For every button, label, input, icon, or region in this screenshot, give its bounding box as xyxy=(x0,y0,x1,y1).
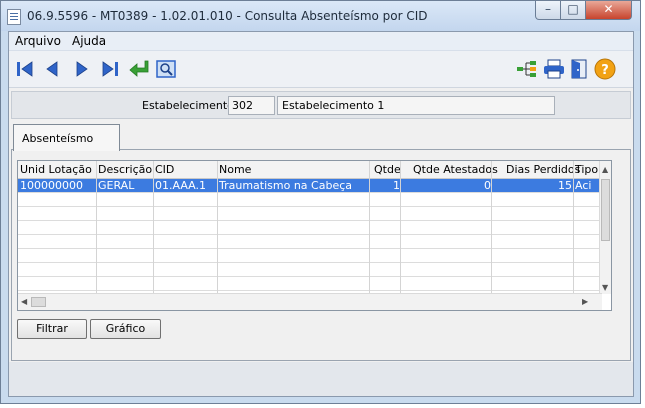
maximize-button[interactable]: □ xyxy=(560,1,586,20)
menu-bar: Arquivo Ajuda xyxy=(9,32,633,51)
col-cid[interactable]: CID xyxy=(155,163,174,176)
last-record-icon[interactable] xyxy=(99,58,121,80)
col-tipo[interactable]: Tipo xyxy=(575,163,598,176)
close-button[interactable]: ✕ xyxy=(585,1,632,20)
absenteeism-grid[interactable]: Unid Lotação Descrição CID Nome Qtde Qtd… xyxy=(17,160,612,311)
empty-row[interactable] xyxy=(18,263,602,277)
cell-unid-lotacao: 100000000 xyxy=(20,179,83,192)
scroll-up-arrow-icon[interactable]: ▲ xyxy=(602,165,608,174)
title-bar[interactable]: 06.9.5596 - MT0389 - 1.02.01.010 - Consu… xyxy=(1,1,640,31)
application-window: 06.9.5596 - MT0389 - 1.02.01.010 - Consu… xyxy=(0,0,641,404)
empty-row[interactable] xyxy=(18,193,602,207)
vertical-scroll-thumb[interactable] xyxy=(601,179,610,241)
estabelecimento-name-field: Estabelecimento 1 xyxy=(277,96,555,115)
empty-row[interactable] xyxy=(18,277,602,291)
estabelecimento-label: Estabelecimento: xyxy=(142,99,238,112)
col-unid-lotacao[interactable]: Unid Lotação xyxy=(20,163,92,176)
cell-cid: 01.AAA.1 xyxy=(155,179,206,192)
print-icon[interactable] xyxy=(543,58,565,80)
grafico-button[interactable]: Gráfico xyxy=(90,319,161,339)
horizontal-scrollbar[interactable]: ◀ ▶ xyxy=(18,293,602,310)
minimize-button[interactable]: – xyxy=(535,1,561,20)
first-record-icon[interactable] xyxy=(14,58,36,80)
table-row[interactable]: 100000000 GERAL 01.AAA.1 Traumatismo na … xyxy=(18,179,602,193)
column-divider xyxy=(96,161,97,294)
horizontal-scroll-thumb[interactable] xyxy=(31,297,46,307)
scroll-left-arrow-icon[interactable]: ◀ xyxy=(21,297,27,306)
column-divider xyxy=(400,161,401,294)
estabelecimento-panel: Estabelecimento: 302 Estabelecimento 1 xyxy=(11,91,631,119)
next-record-icon[interactable] xyxy=(71,58,93,80)
cell-dias-perdidos: 15 xyxy=(558,179,572,192)
cell-qtde: 1 xyxy=(393,179,400,192)
col-descricao[interactable]: Descrição xyxy=(98,163,152,176)
help-icon[interactable]: ? xyxy=(594,58,616,80)
tree-structure-icon[interactable] xyxy=(516,58,538,80)
status-area xyxy=(9,362,633,396)
empty-row[interactable] xyxy=(18,235,602,249)
grid-header: Unid Lotação Descrição CID Nome Qtde Qtd… xyxy=(18,161,602,179)
cell-descricao: GERAL xyxy=(98,179,135,192)
app-document-icon[interactable] xyxy=(7,9,21,25)
filtrar-button[interactable]: Filtrar xyxy=(17,319,87,339)
empty-row[interactable] xyxy=(18,221,602,235)
column-divider xyxy=(491,161,492,294)
col-qtde[interactable]: Qtde xyxy=(374,163,401,176)
preview-icon[interactable] xyxy=(155,58,177,80)
column-divider xyxy=(573,161,574,294)
empty-row[interactable] xyxy=(18,249,602,263)
cell-tipo: Aci xyxy=(575,179,592,192)
tab-absenteismo[interactable]: Absenteísmo xyxy=(13,124,120,151)
scroll-down-arrow-icon[interactable]: ▼ xyxy=(602,283,608,292)
toolbar: ? xyxy=(9,51,633,88)
window-title: 06.9.5596 - MT0389 - 1.02.01.010 - Consu… xyxy=(27,9,428,23)
confirm-return-icon[interactable] xyxy=(128,58,150,80)
empty-row[interactable] xyxy=(18,207,602,221)
menu-ajuda[interactable]: Ajuda xyxy=(72,34,106,48)
col-nome[interactable]: Nome xyxy=(219,163,251,176)
vertical-scrollbar[interactable]: ▲ ▼ xyxy=(599,161,611,294)
column-divider xyxy=(369,161,370,294)
estabelecimento-code-field[interactable]: 302 xyxy=(228,96,275,115)
scroll-right-arrow-icon[interactable]: ▶ xyxy=(582,297,588,306)
column-divider xyxy=(153,161,154,294)
cell-nome: Traumatismo na Cabeça xyxy=(219,179,353,192)
col-qtde-atestados[interactable]: Qtde Atestados xyxy=(413,163,498,176)
svg-text:?: ? xyxy=(601,63,609,78)
menu-arquivo[interactable]: Arquivo xyxy=(15,34,61,48)
exit-door-icon[interactable] xyxy=(568,58,590,80)
cell-qtde-atestados: 0 xyxy=(484,179,491,192)
previous-record-icon[interactable] xyxy=(41,58,63,80)
column-divider xyxy=(217,161,218,294)
tab-label: Absenteísmo xyxy=(22,132,94,145)
client-area: Arquivo Ajuda ? Estabelecimento: 302 Est… xyxy=(8,31,634,397)
col-dias-perdidos[interactable]: Dias Perdidos xyxy=(506,163,580,176)
